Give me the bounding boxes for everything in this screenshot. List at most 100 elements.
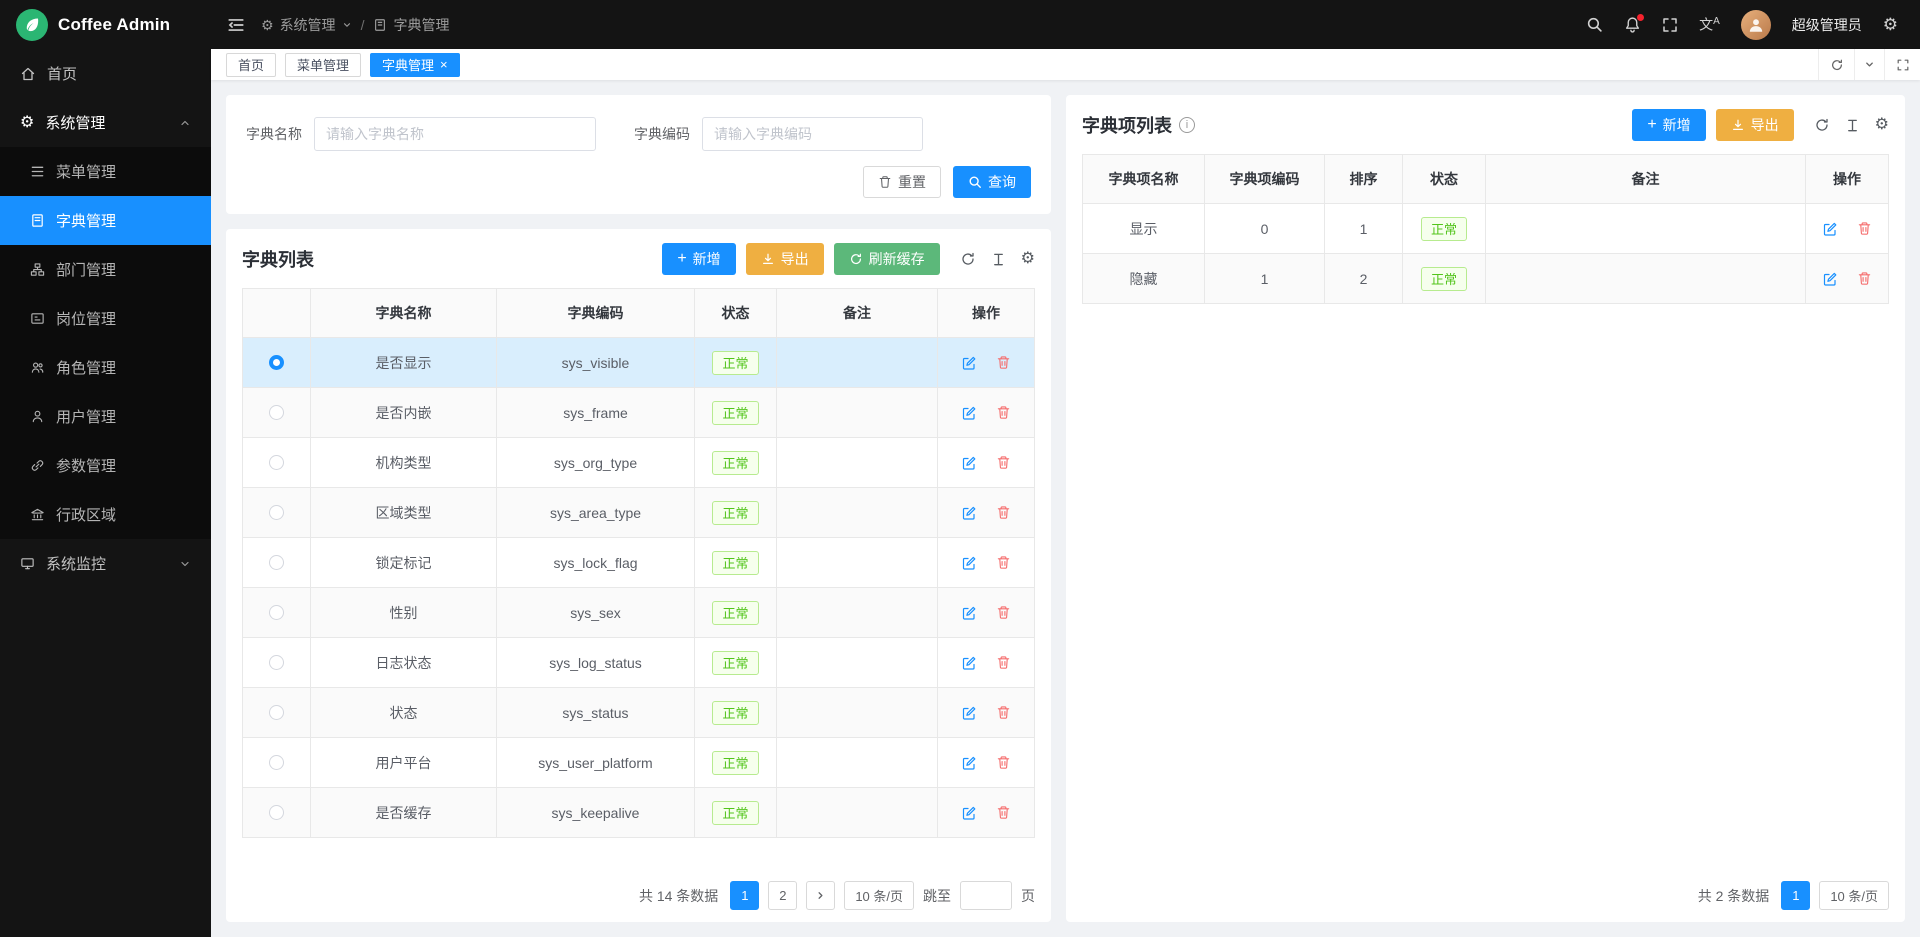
- row-radio[interactable]: [269, 555, 284, 570]
- chevron-down-icon[interactable]: [1854, 49, 1884, 80]
- edit-icon[interactable]: [961, 555, 977, 571]
- row-radio[interactable]: [269, 805, 284, 820]
- edit-icon[interactable]: [961, 355, 977, 371]
- jump-page-input[interactable]: [960, 881, 1012, 910]
- edit-icon[interactable]: [961, 805, 977, 821]
- app-logo[interactable]: Coffee Admin: [0, 0, 211, 49]
- column-height-icon[interactable]: [1845, 118, 1860, 133]
- delete-icon[interactable]: [996, 705, 1011, 720]
- sidebar-item-menu-mgmt[interactable]: 菜单管理: [0, 147, 211, 196]
- sidebar-item-post-mgmt[interactable]: 岗位管理: [0, 294, 211, 343]
- username[interactable]: 超级管理员: [1792, 15, 1862, 35]
- edit-icon[interactable]: [961, 705, 977, 721]
- delete-icon[interactable]: [996, 605, 1011, 620]
- table-row[interactable]: 用户平台 sys_user_platform 正常: [243, 738, 1034, 788]
- refresh-icon[interactable]: [960, 251, 976, 267]
- settings-gear-icon[interactable]: ⚙: [1883, 16, 1898, 33]
- sidebar-item-dict-mgmt[interactable]: 字典管理: [0, 196, 211, 245]
- row-radio[interactable]: [269, 655, 284, 670]
- sidebar-item-param-mgmt[interactable]: 参数管理: [0, 441, 211, 490]
- table-row[interactable]: 状态 sys_status 正常: [243, 688, 1034, 738]
- sidebar-item-region-mgmt[interactable]: 行政区域: [0, 490, 211, 539]
- page-size-select[interactable]: 10 条/页: [1819, 881, 1889, 910]
- refresh-cache-button[interactable]: 刷新缓存: [834, 243, 940, 275]
- table-row[interactable]: 是否内嵌 sys_frame 正常: [243, 388, 1034, 438]
- table-row[interactable]: 机构类型 sys_org_type 正常: [243, 438, 1034, 488]
- refresh-icon[interactable]: [1814, 117, 1830, 133]
- breadcrumb-system-mgmt[interactable]: ⚙ 系统管理: [261, 15, 352, 35]
- sidebar-item-system-monitor[interactable]: 系统监控: [0, 539, 211, 588]
- edit-icon[interactable]: [961, 755, 977, 771]
- table-row[interactable]: 区域类型 sys_area_type 正常: [243, 488, 1034, 538]
- table-row[interactable]: 显示 0 1 正常: [1083, 204, 1888, 254]
- edit-icon[interactable]: [961, 455, 977, 471]
- export-button[interactable]: 导出: [746, 243, 824, 275]
- row-radio[interactable]: [269, 455, 284, 470]
- edit-icon[interactable]: [961, 655, 977, 671]
- sidebar-item-system-mgmt[interactable]: ⚙ 系统管理: [0, 98, 211, 147]
- delete-icon[interactable]: [996, 755, 1011, 770]
- delete-icon[interactable]: [996, 405, 1011, 420]
- edit-icon[interactable]: [961, 605, 977, 621]
- delete-icon[interactable]: [996, 655, 1011, 670]
- table-row[interactable]: 日志状态 sys_log_status 正常: [243, 638, 1034, 688]
- table-row[interactable]: 性别 sys_sex 正常: [243, 588, 1034, 638]
- edit-icon[interactable]: [1822, 271, 1838, 287]
- close-icon[interactable]: ×: [440, 58, 448, 71]
- breadcrumb-dict-mgmt[interactable]: 字典管理: [373, 15, 449, 35]
- query-button[interactable]: 查询: [953, 166, 1031, 198]
- table-row[interactable]: 锁定标记 sys_lock_flag 正常: [243, 538, 1034, 588]
- sidebar-item-home[interactable]: 首页: [0, 49, 211, 98]
- dict-code-input[interactable]: [702, 117, 923, 151]
- edit-icon[interactable]: [961, 405, 977, 421]
- row-radio[interactable]: [269, 605, 284, 620]
- dict-name-input[interactable]: [314, 117, 596, 151]
- fullscreen-icon[interactable]: [1662, 17, 1678, 33]
- delete-icon[interactable]: [996, 555, 1011, 570]
- reset-button[interactable]: 重置: [863, 166, 941, 198]
- edit-icon[interactable]: [961, 505, 977, 521]
- translate-icon[interactable]: 文A: [1699, 17, 1720, 32]
- row-radio[interactable]: [269, 355, 284, 370]
- column-height-icon[interactable]: [991, 252, 1006, 267]
- add-button[interactable]: + 新增: [1632, 109, 1705, 141]
- page-2-button[interactable]: 2: [768, 881, 797, 910]
- row-radio[interactable]: [269, 755, 284, 770]
- sidebar-item-role-mgmt[interactable]: 角色管理: [0, 343, 211, 392]
- tab-menu-mgmt[interactable]: 菜单管理: [285, 53, 361, 77]
- delete-icon[interactable]: [1857, 221, 1872, 236]
- row-radio[interactable]: [269, 505, 284, 520]
- row-radio[interactable]: [269, 405, 284, 420]
- table-row[interactable]: 隐藏 1 2 正常: [1083, 254, 1888, 304]
- dict-name-cell: 用户平台: [311, 738, 497, 788]
- delete-icon[interactable]: [996, 805, 1011, 820]
- avatar[interactable]: [1741, 10, 1771, 40]
- info-icon[interactable]: i: [1179, 117, 1195, 133]
- page-size-select[interactable]: 10 条/页: [844, 881, 914, 910]
- notification-dot: [1637, 14, 1644, 21]
- row-radio[interactable]: [269, 705, 284, 720]
- sidebar-item-user-mgmt[interactable]: 用户管理: [0, 392, 211, 441]
- page-1-button[interactable]: 1: [730, 881, 759, 910]
- tab-dict-mgmt[interactable]: 字典管理 ×: [370, 53, 460, 77]
- export-button[interactable]: 导出: [1716, 109, 1794, 141]
- table-row[interactable]: 是否显示 sys_visible 正常: [243, 338, 1034, 388]
- delete-icon[interactable]: [1857, 271, 1872, 286]
- menu-collapse-icon[interactable]: [227, 16, 245, 34]
- delete-icon[interactable]: [996, 355, 1011, 370]
- edit-icon[interactable]: [1822, 221, 1838, 237]
- delete-icon[interactable]: [996, 455, 1011, 470]
- gear-icon[interactable]: ⚙: [1021, 251, 1035, 267]
- add-button[interactable]: + 新增: [662, 243, 735, 275]
- page-1-button[interactable]: 1: [1781, 881, 1810, 910]
- expand-corners-icon[interactable]: [1884, 49, 1920, 80]
- tab-home[interactable]: 首页: [226, 53, 276, 77]
- search-icon[interactable]: [1586, 16, 1603, 33]
- table-row[interactable]: 是否缓存 sys_keepalive 正常: [243, 788, 1034, 838]
- notification-bell-icon[interactable]: [1624, 16, 1641, 33]
- refresh-icon[interactable]: [1818, 49, 1854, 80]
- sidebar-item-dept-mgmt[interactable]: 部门管理: [0, 245, 211, 294]
- next-page-button[interactable]: [806, 881, 835, 910]
- delete-icon[interactable]: [996, 505, 1011, 520]
- gear-icon[interactable]: ⚙: [1875, 117, 1889, 133]
